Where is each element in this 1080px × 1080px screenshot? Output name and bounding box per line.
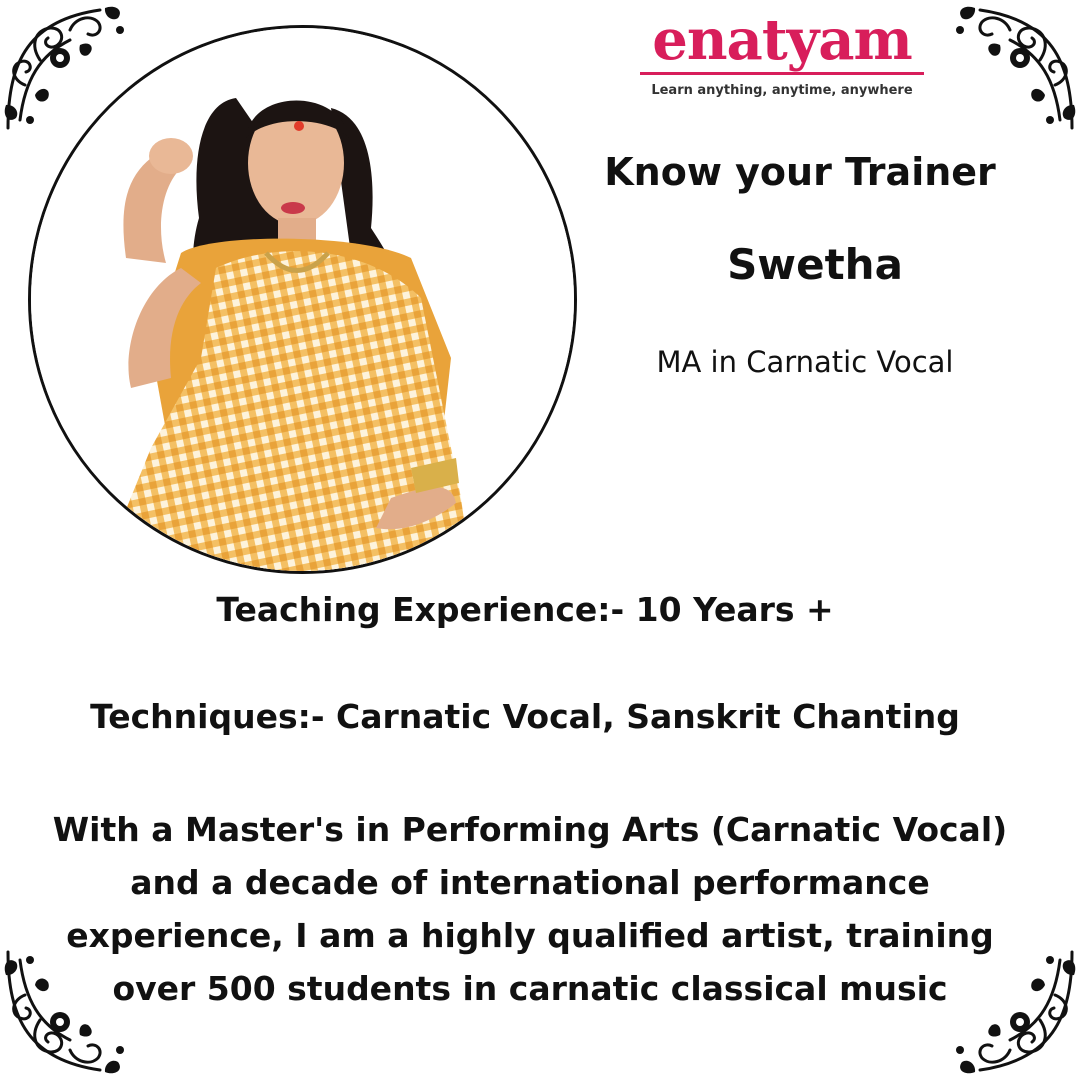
logo-tagline: Learn anything, anytime, anywhere [651, 83, 913, 98]
trainer-bio: With a Master's in Performing Arts (Carn… [20, 803, 1040, 1015]
section-heading: Know your Trainer [604, 150, 996, 194]
trainer-name: Swetha [727, 240, 903, 289]
trainer-portrait-icon [31, 28, 574, 571]
trainer-qualification: MA in Carnatic Vocal [656, 345, 954, 379]
teaching-experience: Teaching Experience:- 10 Years + [216, 590, 834, 629]
techniques: Techniques:- Carnatic Vocal, Sanskrit Ch… [90, 697, 960, 736]
corner-ornament-top-right [945, 0, 1080, 135]
logo-wordmark: enatyam [652, 7, 913, 73]
bio-line: over 500 students in carnatic classical … [112, 969, 948, 1008]
bio-line: With a Master's in Performing Arts (Carn… [52, 810, 1008, 849]
brand-logo[interactable]: enatyam Learn anything, anytime, anywher… [636, 8, 928, 98]
bio-line: experience, I am a highly qualified arti… [66, 916, 994, 955]
bio-line: and a decade of international performanc… [130, 863, 930, 902]
trainer-photo [28, 25, 577, 574]
floral-swirl-ornament-icon [956, 6, 1076, 130]
